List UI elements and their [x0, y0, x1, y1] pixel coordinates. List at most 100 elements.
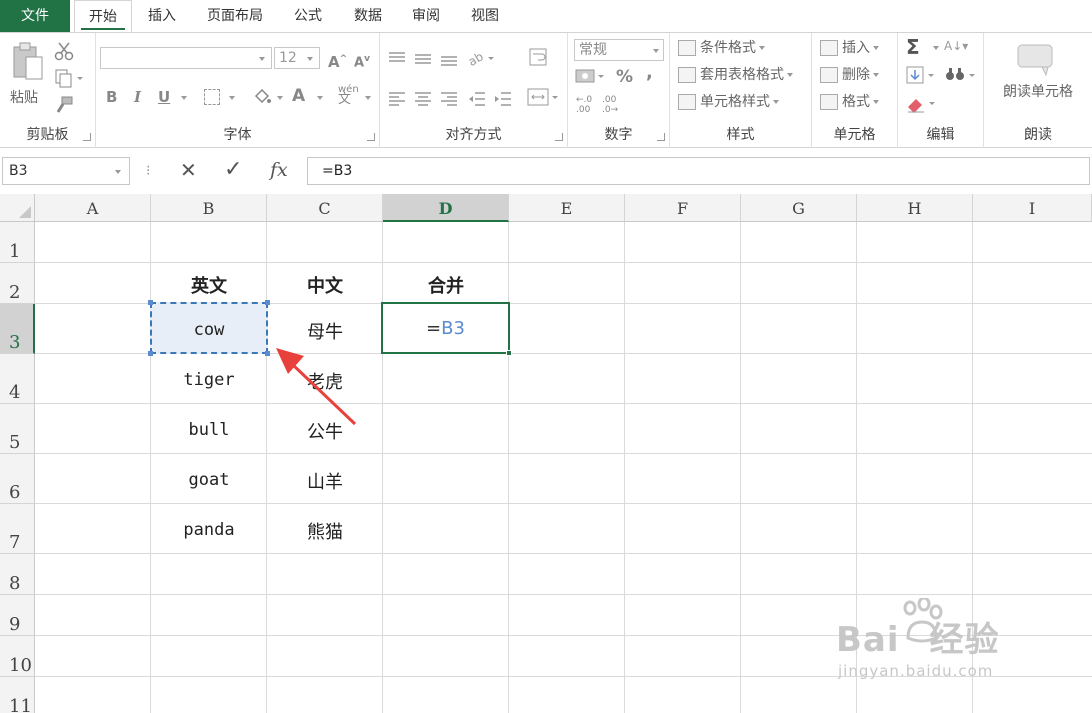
- row-header-9[interactable]: 9: [0, 595, 35, 636]
- fill-handle[interactable]: [506, 350, 512, 356]
- row-header-10[interactable]: 10: [0, 636, 35, 677]
- read-cells-button[interactable]: 朗读单元格: [988, 41, 1088, 103]
- middle-align-icon[interactable]: [414, 51, 432, 67]
- paste-button[interactable]: 粘贴: [8, 41, 46, 109]
- range-handle[interactable]: [148, 300, 153, 305]
- column-header-c[interactable]: C: [267, 194, 383, 222]
- tab-review[interactable]: 审阅: [404, 0, 448, 32]
- cell-b2[interactable]: 英文: [151, 272, 267, 298]
- format-cells-button[interactable]: 格式: [820, 91, 879, 113]
- name-box[interactable]: B3: [2, 157, 130, 185]
- row-header-11[interactable]: 11: [0, 677, 35, 713]
- increase-indent-icon[interactable]: [494, 91, 512, 107]
- tab-view[interactable]: 视图: [463, 0, 507, 32]
- row-header-7[interactable]: 7: [0, 504, 35, 554]
- cell-c3[interactable]: 母牛: [267, 318, 383, 344]
- column-header-b[interactable]: B: [151, 194, 267, 222]
- wrap-text-icon[interactable]: [528, 47, 550, 67]
- bold-button[interactable]: B: [106, 87, 117, 107]
- fill-color-icon[interactable]: [252, 87, 272, 107]
- column-header-a[interactable]: A: [35, 194, 151, 222]
- chevron-down-icon[interactable]: [229, 96, 235, 100]
- row-header-6[interactable]: 6: [0, 454, 35, 504]
- column-header-i[interactable]: I: [973, 194, 1092, 222]
- comma-style-button[interactable]: ,: [646, 63, 653, 83]
- formula-input[interactable]: =B3: [307, 157, 1090, 185]
- font-size-combobox[interactable]: 12: [274, 47, 320, 69]
- clear-icon[interactable]: [906, 93, 942, 113]
- find-select-icon[interactable]: [944, 65, 980, 85]
- chevron-down-icon[interactable]: [277, 96, 283, 100]
- cell-c2[interactable]: 中文: [267, 272, 383, 298]
- cancel-icon[interactable]: ✕: [180, 158, 197, 182]
- cut-icon[interactable]: [54, 41, 74, 61]
- decrease-decimal-button[interactable]: .00.0→: [602, 95, 618, 115]
- decrease-indent-icon[interactable]: [468, 91, 486, 107]
- range-handle[interactable]: [148, 351, 153, 356]
- column-header-h[interactable]: H: [857, 194, 973, 222]
- row-header-1[interactable]: 1: [0, 222, 35, 263]
- row-header-3[interactable]: 3: [0, 304, 35, 354]
- align-center-icon[interactable]: [414, 91, 432, 107]
- chevron-down-icon[interactable]: [317, 96, 323, 100]
- merge-center-icon[interactable]: [526, 87, 560, 107]
- orientation-icon[interactable]: ab: [466, 49, 496, 69]
- conditional-formatting-button[interactable]: 条件格式: [678, 37, 765, 59]
- tab-page-layout[interactable]: 页面布局: [198, 0, 272, 32]
- cell-c6[interactable]: 山羊: [267, 468, 383, 494]
- clipboard-launcher[interactable]: [83, 133, 91, 141]
- number-launcher[interactable]: [657, 133, 665, 141]
- cell-styles-button[interactable]: 单元格样式: [678, 91, 779, 113]
- cell-c7[interactable]: 熊猫: [267, 518, 383, 544]
- chevron-down-icon[interactable]: [365, 96, 371, 100]
- tab-insert[interactable]: 插入: [140, 0, 184, 32]
- font-name-combobox[interactable]: [100, 47, 272, 69]
- insert-function-icon[interactable]: fx: [270, 159, 288, 181]
- increase-decimal-button[interactable]: ←.0.00: [576, 95, 592, 115]
- tab-formulas[interactable]: 公式: [286, 0, 330, 32]
- accounting-format-icon[interactable]: [574, 67, 608, 87]
- align-left-icon[interactable]: [388, 91, 406, 107]
- italic-button[interactable]: I: [134, 87, 141, 107]
- tab-data[interactable]: 数据: [346, 0, 390, 32]
- cell-b7[interactable]: panda: [151, 520, 267, 540]
- formula-bar-splitter[interactable]: ⁝: [146, 163, 150, 179]
- borders-icon[interactable]: [204, 89, 220, 105]
- cell-b4[interactable]: tiger: [151, 370, 267, 390]
- cell-b6[interactable]: goat: [151, 470, 267, 490]
- column-header-f[interactable]: F: [625, 194, 741, 222]
- row-header-2[interactable]: 2: [0, 263, 35, 304]
- fill-down-icon[interactable]: [906, 65, 940, 85]
- format-as-table-button[interactable]: 套用表格格式: [678, 64, 793, 86]
- row-header-5[interactable]: 5: [0, 404, 35, 454]
- top-align-icon[interactable]: [388, 51, 406, 67]
- number-format-combobox[interactable]: 常规: [574, 39, 664, 61]
- tab-home[interactable]: 开始: [74, 0, 132, 33]
- chevron-down-icon[interactable]: [933, 46, 939, 50]
- format-painter-icon[interactable]: [54, 95, 74, 115]
- percent-style-button[interactable]: %: [616, 67, 633, 87]
- phonetic-guide-icon[interactable]: wén 文: [338, 85, 359, 107]
- row-header-8[interactable]: 8: [0, 554, 35, 595]
- column-header-e[interactable]: E: [509, 194, 625, 222]
- row-header-4[interactable]: 4: [0, 354, 35, 404]
- shrink-font-icon[interactable]: Av: [354, 49, 370, 73]
- copy-icon[interactable]: [54, 68, 84, 88]
- range-handle[interactable]: [265, 300, 270, 305]
- sort-filter-icon[interactable]: A↓▾: [944, 39, 968, 53]
- cell-b5[interactable]: bull: [151, 420, 267, 440]
- chevron-down-icon[interactable]: [181, 96, 187, 100]
- bottom-align-icon[interactable]: [440, 51, 458, 67]
- enter-icon[interactable]: ✓: [224, 157, 242, 182]
- alignment-launcher[interactable]: [555, 133, 563, 141]
- cell-b3[interactable]: cow: [151, 320, 267, 340]
- tab-file[interactable]: 文件: [0, 0, 70, 32]
- column-header-d[interactable]: D: [383, 194, 509, 222]
- autosum-icon[interactable]: Σ: [906, 35, 920, 59]
- font-launcher[interactable]: [367, 133, 375, 141]
- select-all-button[interactable]: [0, 194, 35, 222]
- grow-font-icon[interactable]: A^: [328, 49, 347, 72]
- underline-button[interactable]: U: [158, 87, 170, 107]
- font-color-button[interactable]: A: [292, 86, 305, 106]
- insert-cells-button[interactable]: 插入: [820, 37, 879, 59]
